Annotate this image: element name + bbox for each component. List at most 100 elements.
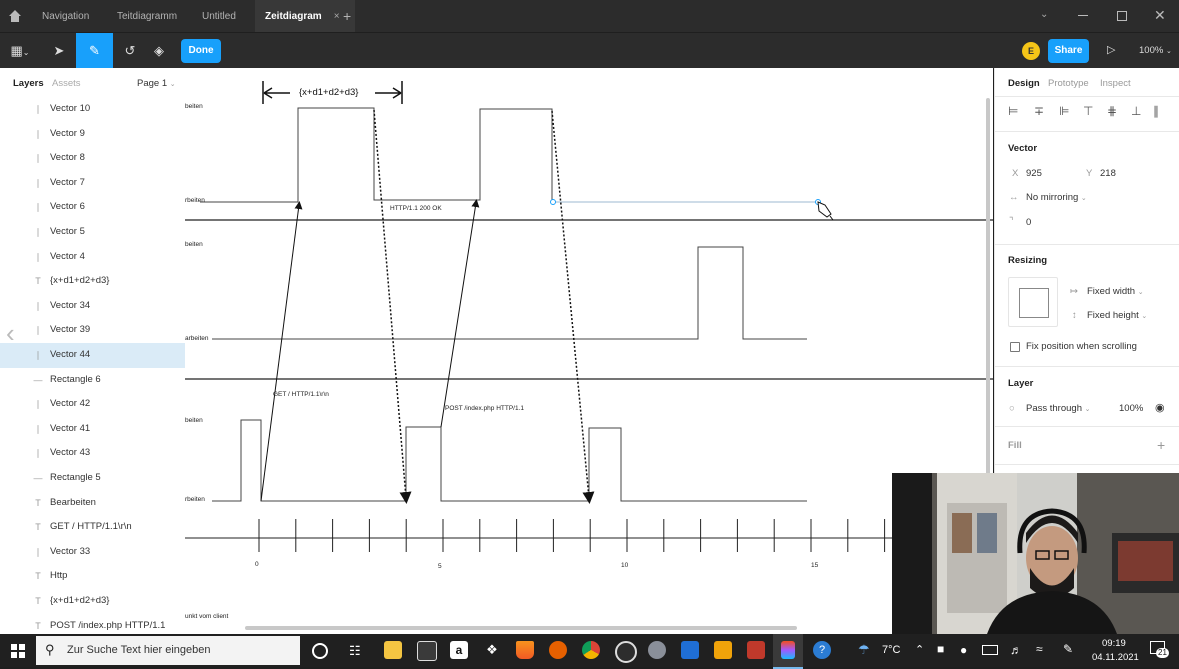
layer-row[interactable]: T Bearbeiten [0,491,185,516]
align-middle-icon[interactable]: ⋕ [1107,104,1117,118]
align-bottom-icon[interactable]: ⊥ [1131,104,1141,118]
battery-icon[interactable] [982,645,998,655]
layer-row[interactable]: ∣ Vector 33 [0,540,185,565]
file-explorer-icon[interactable] [384,641,402,659]
home-icon[interactable] [8,9,24,23]
layer-row[interactable]: ∣ Vector 8 [0,146,185,171]
move-tool-icon[interactable]: ➤ [44,33,74,69]
layer-row[interactable]: T GET / HTTP/1.1\r\n [0,515,185,540]
search-box[interactable]: ⚲ Zur Suche Text hier eingeben [36,636,300,665]
eye-icon[interactable]: ◉ [1155,401,1165,414]
app-grid-icon[interactable] [714,641,732,659]
layer-row[interactable]: ∣ Vector 34 [0,294,185,319]
layer-row[interactable]: — Rectangle 6 [0,368,185,393]
fix-position-checkbox[interactable] [1010,342,1020,352]
windows-start-icon[interactable] [11,644,25,658]
layer-row[interactable]: ∣ Vector 7 [0,171,185,196]
layer-row[interactable]: ∣ Vector 4 [0,245,185,270]
layer-label: Vector 33 [50,545,91,557]
volume-icon[interactable]: ♬ [1010,643,1022,657]
tab-design[interactable]: Design [1008,78,1040,89]
layer-row[interactable]: ∣ Vector 5 [0,220,185,245]
align-right-icon[interactable]: ⊫ [1059,104,1069,118]
layer-row[interactable]: T {x+d1+d2+d3} [0,269,185,294]
y-input[interactable]: 218 [1100,168,1116,179]
x-input[interactable]: 925 [1026,168,1042,179]
canvas[interactable]: {x+d1+d2+d3} HTTP/1.1 200 OK GET / HTTP/… [185,68,993,634]
tab-prototype[interactable]: Prototype [1048,78,1089,89]
help-icon[interactable]: ? [813,641,831,659]
figma-menu-icon[interactable]: ▦⌄ [5,33,35,69]
dropbox-icon[interactable]: ❖ [483,641,501,659]
zoom-level[interactable]: 100% ⌄ [1139,45,1172,56]
chevron-down-icon[interactable]: ⌄ [1040,9,1048,20]
layer-row[interactable]: ∣ Vector 44 [0,343,185,368]
done-button[interactable]: Done [181,39,221,63]
layer-row[interactable]: ∣ Vector 42 [0,392,185,417]
chrome-icon[interactable] [582,641,600,659]
obs-icon[interactable] [615,641,637,663]
layer-row[interactable]: ∣ Vector 6 [0,195,185,220]
tab-assets[interactable]: Assets [52,78,81,89]
add-tab-icon[interactable]: + [333,0,361,32]
layer-row[interactable]: — Rectangle 5 [0,466,185,491]
avatar[interactable]: E [1022,42,1040,60]
chevron-left-icon[interactable]: ‹ [6,318,15,349]
add-fill-icon[interactable]: + [1157,437,1165,453]
bend-tool-icon[interactable]: ↺ [115,33,145,69]
layer-row[interactable]: T POST /index.php HTTP/1.1 [0,614,185,634]
pen-icon[interactable]: ✎ [1063,642,1073,656]
task-view-icon[interactable]: ☷ [349,643,361,659]
distribute-icon[interactable]: ∥ [1153,104,1159,118]
amazon-icon[interactable]: a [450,641,468,659]
microphone-icon[interactable]: ● [960,643,967,657]
layer-row[interactable]: ∣ Vector 43 [0,441,185,466]
share-button[interactable]: Share [1048,39,1089,63]
figma-app-icon[interactable] [773,634,803,669]
timing-diagram[interactable] [185,68,993,634]
tab-teitdiagramm[interactable]: Teitdiagramm [107,0,187,32]
tab-layers[interactable]: Layers [13,78,44,89]
shark-icon[interactable] [681,641,699,659]
clock-time[interactable]: 09:19 [1102,638,1126,649]
temperature[interactable]: 7°C [882,644,900,656]
wifi-icon[interactable]: ≈ [1036,642,1043,656]
layer-row[interactable]: ∣ Vector 41 [0,417,185,442]
fixed-width-select[interactable]: Fixed width ⌄ [1087,286,1144,297]
layer-row[interactable]: T Http [0,564,185,589]
tab-navigation[interactable]: Navigation [32,0,99,32]
tray-chevron-icon[interactable]: ⌃ [915,643,924,656]
paint-bucket-icon[interactable]: ◈ [144,33,174,69]
layer-row[interactable]: ∣ Vector 9 [0,122,185,147]
align-top-icon[interactable]: ⊤ [1083,104,1093,118]
clock-date[interactable]: 04.11.2021 [1092,652,1139,663]
tray-app-icon[interactable]: ■ [937,642,944,656]
blend-mode-select[interactable]: Pass through ⌄ [1026,403,1091,414]
pen-tool-icon[interactable]: ✎ [76,33,113,69]
page-selector[interactable]: Page 1 ⌄ [137,78,176,89]
layer-row[interactable]: ∣ Vector 10 [0,97,185,122]
opacity-input[interactable]: 100% [1119,403,1143,414]
firefox-icon[interactable] [549,641,567,659]
mirroring-select[interactable]: No mirroring ⌄ [1026,192,1087,203]
restore-icon[interactable] [1117,11,1127,21]
vlc-icon[interactable] [516,641,534,659]
layer-row[interactable]: ∣ Vector 39 [0,318,185,343]
close-window-icon[interactable]: ✕ [1154,7,1166,24]
horizontal-scrollbar[interactable] [245,626,797,630]
tab-inspect[interactable]: Inspect [1100,78,1131,89]
align-center-icon[interactable]: ∓ [1034,104,1044,118]
app-red-icon[interactable] [747,641,765,659]
minimize-icon[interactable] [1078,15,1088,16]
corner-radius-input[interactable]: 0 [1026,217,1031,228]
layer-row[interactable]: T {x+d1+d2+d3} [0,589,185,614]
notifications-icon[interactable]: 21 [1150,641,1169,659]
play-icon[interactable]: ▷ [1107,43,1115,56]
store-icon[interactable] [417,641,437,661]
app-icon[interactable] [648,641,666,659]
vertical-scrollbar[interactable] [986,98,990,478]
align-left-icon[interactable]: ⊨ [1008,104,1018,118]
fixed-height-select[interactable]: Fixed height ⌄ [1087,310,1147,321]
tab-untitled[interactable]: Untitled [192,0,246,32]
cortana-icon[interactable] [312,643,328,659]
